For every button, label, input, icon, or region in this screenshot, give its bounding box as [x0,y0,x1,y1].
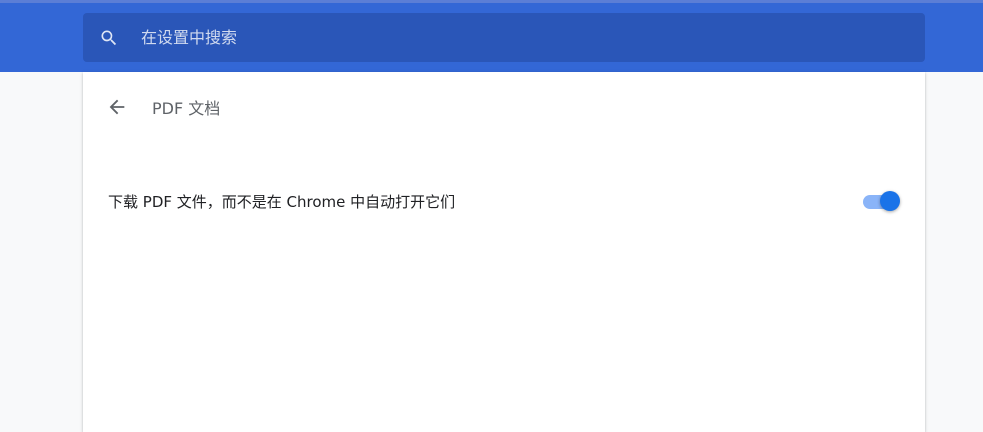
search-icon[interactable] [99,28,119,48]
settings-header-bar [0,0,983,72]
arrow-back-icon [109,99,125,115]
subpage-header: PDF 文档 [83,72,925,142]
settings-card: PDF 文档 下载 PDF 文件，而不是在 Chrome 中自动打开它们 [83,72,925,432]
setting-row-download-pdf[interactable]: 下载 PDF 文件，而不是在 Chrome 中自动打开它们 [83,180,925,222]
page-title: PDF 文档 [152,99,221,118]
download-pdf-toggle[interactable] [861,190,901,212]
search-input[interactable] [139,21,925,54]
setting-label-download-pdf: 下载 PDF 文件，而不是在 Chrome 中自动打开它们 [108,192,456,211]
search-box[interactable] [83,13,925,62]
toggle-knob [880,191,900,211]
back-button[interactable] [99,89,135,125]
